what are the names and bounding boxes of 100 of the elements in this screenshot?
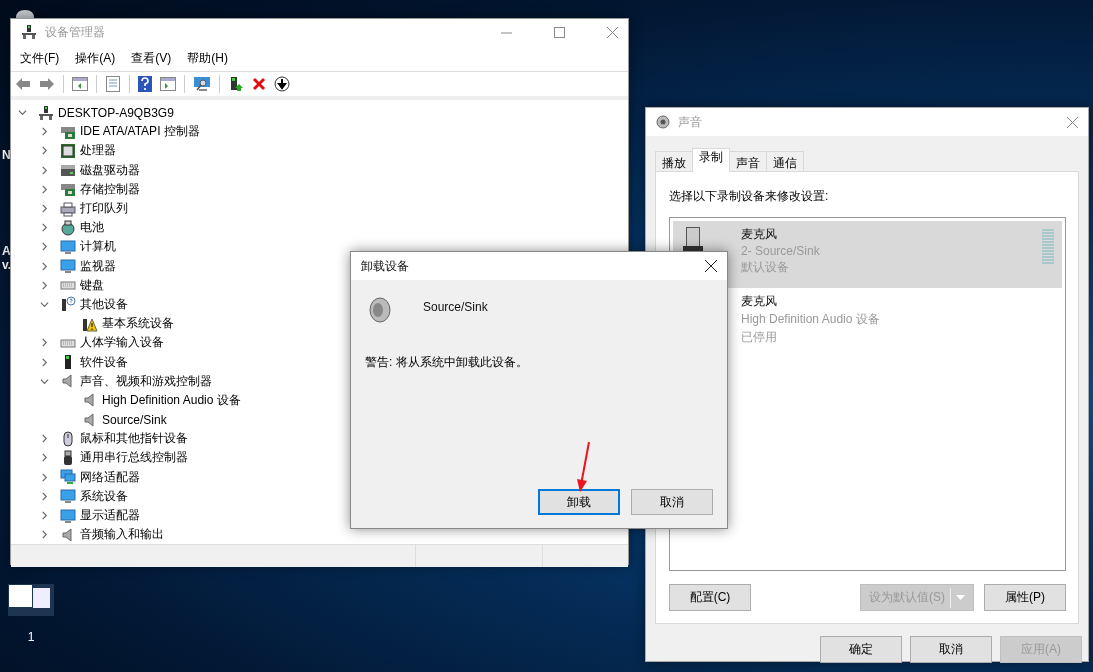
microphone-icon — [683, 227, 703, 253]
menu-item[interactable]: 帮助(H) — [187, 49, 228, 67]
expand-chevron[interactable] — [40, 338, 49, 348]
tree-item[interactable]: 监视器 — [80, 257, 116, 275]
menu-item[interactable]: 文件(F) — [20, 49, 60, 67]
disable-device-icon[interactable] — [274, 76, 290, 92]
properties-icon[interactable] — [105, 76, 121, 92]
tree-item[interactable]: Source/Sink — [102, 412, 167, 427]
tree-item[interactable]: 其他设备 — [80, 295, 128, 313]
speaker-icon — [367, 296, 393, 324]
device-name: 麦克风 — [741, 293, 778, 310]
tree-item[interactable]: 人体学输入设备 — [80, 334, 164, 352]
speaker-icon — [656, 115, 670, 129]
battery-icon — [60, 219, 76, 236]
level-meter-icon — [1042, 229, 1054, 265]
tree-item[interactable]: 处理器 — [80, 142, 116, 160]
expand-chevron[interactable] — [40, 357, 49, 367]
dialog-button[interactable]: 属性(P) — [984, 584, 1066, 611]
device-name: Source/Sink — [423, 300, 488, 314]
expand-chevron[interactable] — [40, 261, 49, 271]
expand-chevron[interactable] — [40, 453, 49, 463]
expand-chevron[interactable] — [40, 511, 49, 521]
tree-item[interactable]: DESKTOP-A9QB3G9 — [58, 105, 174, 120]
expand-chevron[interactable] — [40, 280, 49, 290]
tree-item[interactable]: 鼠标和其他指针设备 — [80, 430, 188, 448]
menu-item[interactable]: 查看(V) — [131, 49, 172, 67]
tree-item[interactable]: 声音、视频和游戏控制器 — [80, 372, 212, 390]
expand-chevron[interactable] — [40, 530, 49, 540]
computer-icon — [21, 24, 37, 40]
expand-chevron[interactable] — [40, 184, 49, 194]
scan-hardware-icon[interactable] — [193, 76, 211, 92]
device-description: 2- Source/Sink — [741, 244, 821, 258]
monitor-icon — [60, 238, 76, 255]
tree-item[interactable]: 通用串行总线控制器 — [80, 449, 188, 467]
forward-icon[interactable] — [39, 77, 55, 91]
caret-icon — [956, 595, 965, 600]
tab[interactable]: 录制 — [692, 148, 730, 172]
tree-pane-icon[interactable] — [72, 77, 88, 91]
circuit-board-icon — [60, 181, 76, 198]
monitor-icon — [60, 488, 76, 505]
dialog-button[interactable]: 取消 — [631, 489, 713, 515]
expand-chevron[interactable] — [40, 204, 49, 214]
window-title: 设备管理器 — [45, 23, 105, 41]
tree-item[interactable]: 打印队列 — [80, 200, 128, 218]
tree-item[interactable]: 磁盘驱动器 — [80, 161, 140, 179]
action-pane-icon[interactable] — [160, 77, 176, 91]
tree-item[interactable]: 键盘 — [80, 276, 104, 294]
expand-chevron[interactable] — [40, 299, 49, 309]
tree-item[interactable]: 基本系统设备 — [102, 315, 174, 333]
device-name: 麦克风 — [741, 226, 778, 243]
expand-chevron[interactable] — [40, 491, 49, 501]
device-list-item[interactable]: 麦克风 2- Source/Sink 默认设备 — [673, 221, 1062, 288]
expand-chevron[interactable] — [40, 165, 49, 175]
instruction-text: 选择以下录制设备来修改设置: — [669, 188, 830, 205]
expand-chevron[interactable] — [40, 472, 49, 482]
expand-chevron[interactable] — [40, 223, 49, 233]
disk-drive-icon — [60, 162, 76, 179]
tree-item[interactable]: IDE ATA/ATAPI 控制器 — [80, 123, 200, 141]
close-icon[interactable] — [705, 260, 717, 272]
dialog-button[interactable]: 卸载 — [538, 489, 620, 515]
tree-item[interactable]: 电池 — [80, 219, 104, 237]
tree-item[interactable]: 软件设备 — [80, 353, 128, 371]
expand-chevron[interactable] — [40, 434, 49, 444]
desktop-icon-label: N — [2, 148, 12, 162]
dialog-title: 卸载设备 — [361, 257, 409, 275]
tree-item[interactable]: 存储控制器 — [80, 180, 140, 198]
unknown-device-icon — [60, 296, 76, 313]
tree-item[interactable]: High Definition Audio 设备 — [102, 391, 241, 409]
menu-item[interactable]: 操作(A) — [75, 49, 116, 67]
expand-chevron[interactable] — [18, 108, 27, 118]
expand-chevron[interactable] — [40, 242, 49, 252]
monitor-icon — [60, 258, 76, 275]
expand-chevron[interactable] — [40, 146, 49, 156]
printer-icon — [60, 200, 76, 217]
dialog-button[interactable]: 配置(C) — [669, 584, 751, 611]
network-icon — [60, 469, 76, 486]
back-icon[interactable] — [15, 77, 31, 91]
computer-icon — [38, 104, 54, 121]
tab[interactable]: 播放 — [655, 151, 693, 171]
tree-item[interactable]: 计算机 — [80, 238, 116, 256]
desktop-icon[interactable] — [14, 8, 36, 18]
dialog-button[interactable]: 取消 — [910, 636, 992, 663]
expand-chevron[interactable] — [40, 376, 49, 386]
update-driver-icon[interactable] — [228, 76, 244, 92]
maximize-icon[interactable] — [554, 26, 565, 38]
desktop-thumbnail[interactable] — [8, 584, 54, 616]
tree-item[interactable]: 网络适配器 — [80, 468, 140, 486]
expand-chevron[interactable] — [40, 127, 49, 137]
window-title: 声音 — [678, 113, 702, 131]
tab[interactable]: 声音 — [729, 151, 767, 171]
dialog-button[interactable]: 确定 — [820, 636, 902, 663]
uninstall-icon[interactable] — [252, 77, 266, 91]
tree-item[interactable]: 音频输入和输出 — [80, 526, 164, 544]
desktop-icon-label: v. — [2, 258, 12, 272]
device-status: 默认设备 — [741, 259, 790, 276]
tab[interactable]: 通信 — [766, 151, 804, 171]
tree-item[interactable]: 系统设备 — [80, 487, 128, 505]
desktop-icon-label: A — [2, 244, 12, 258]
help-icon[interactable] — [138, 76, 152, 92]
tree-item[interactable]: 显示适配器 — [80, 507, 140, 525]
